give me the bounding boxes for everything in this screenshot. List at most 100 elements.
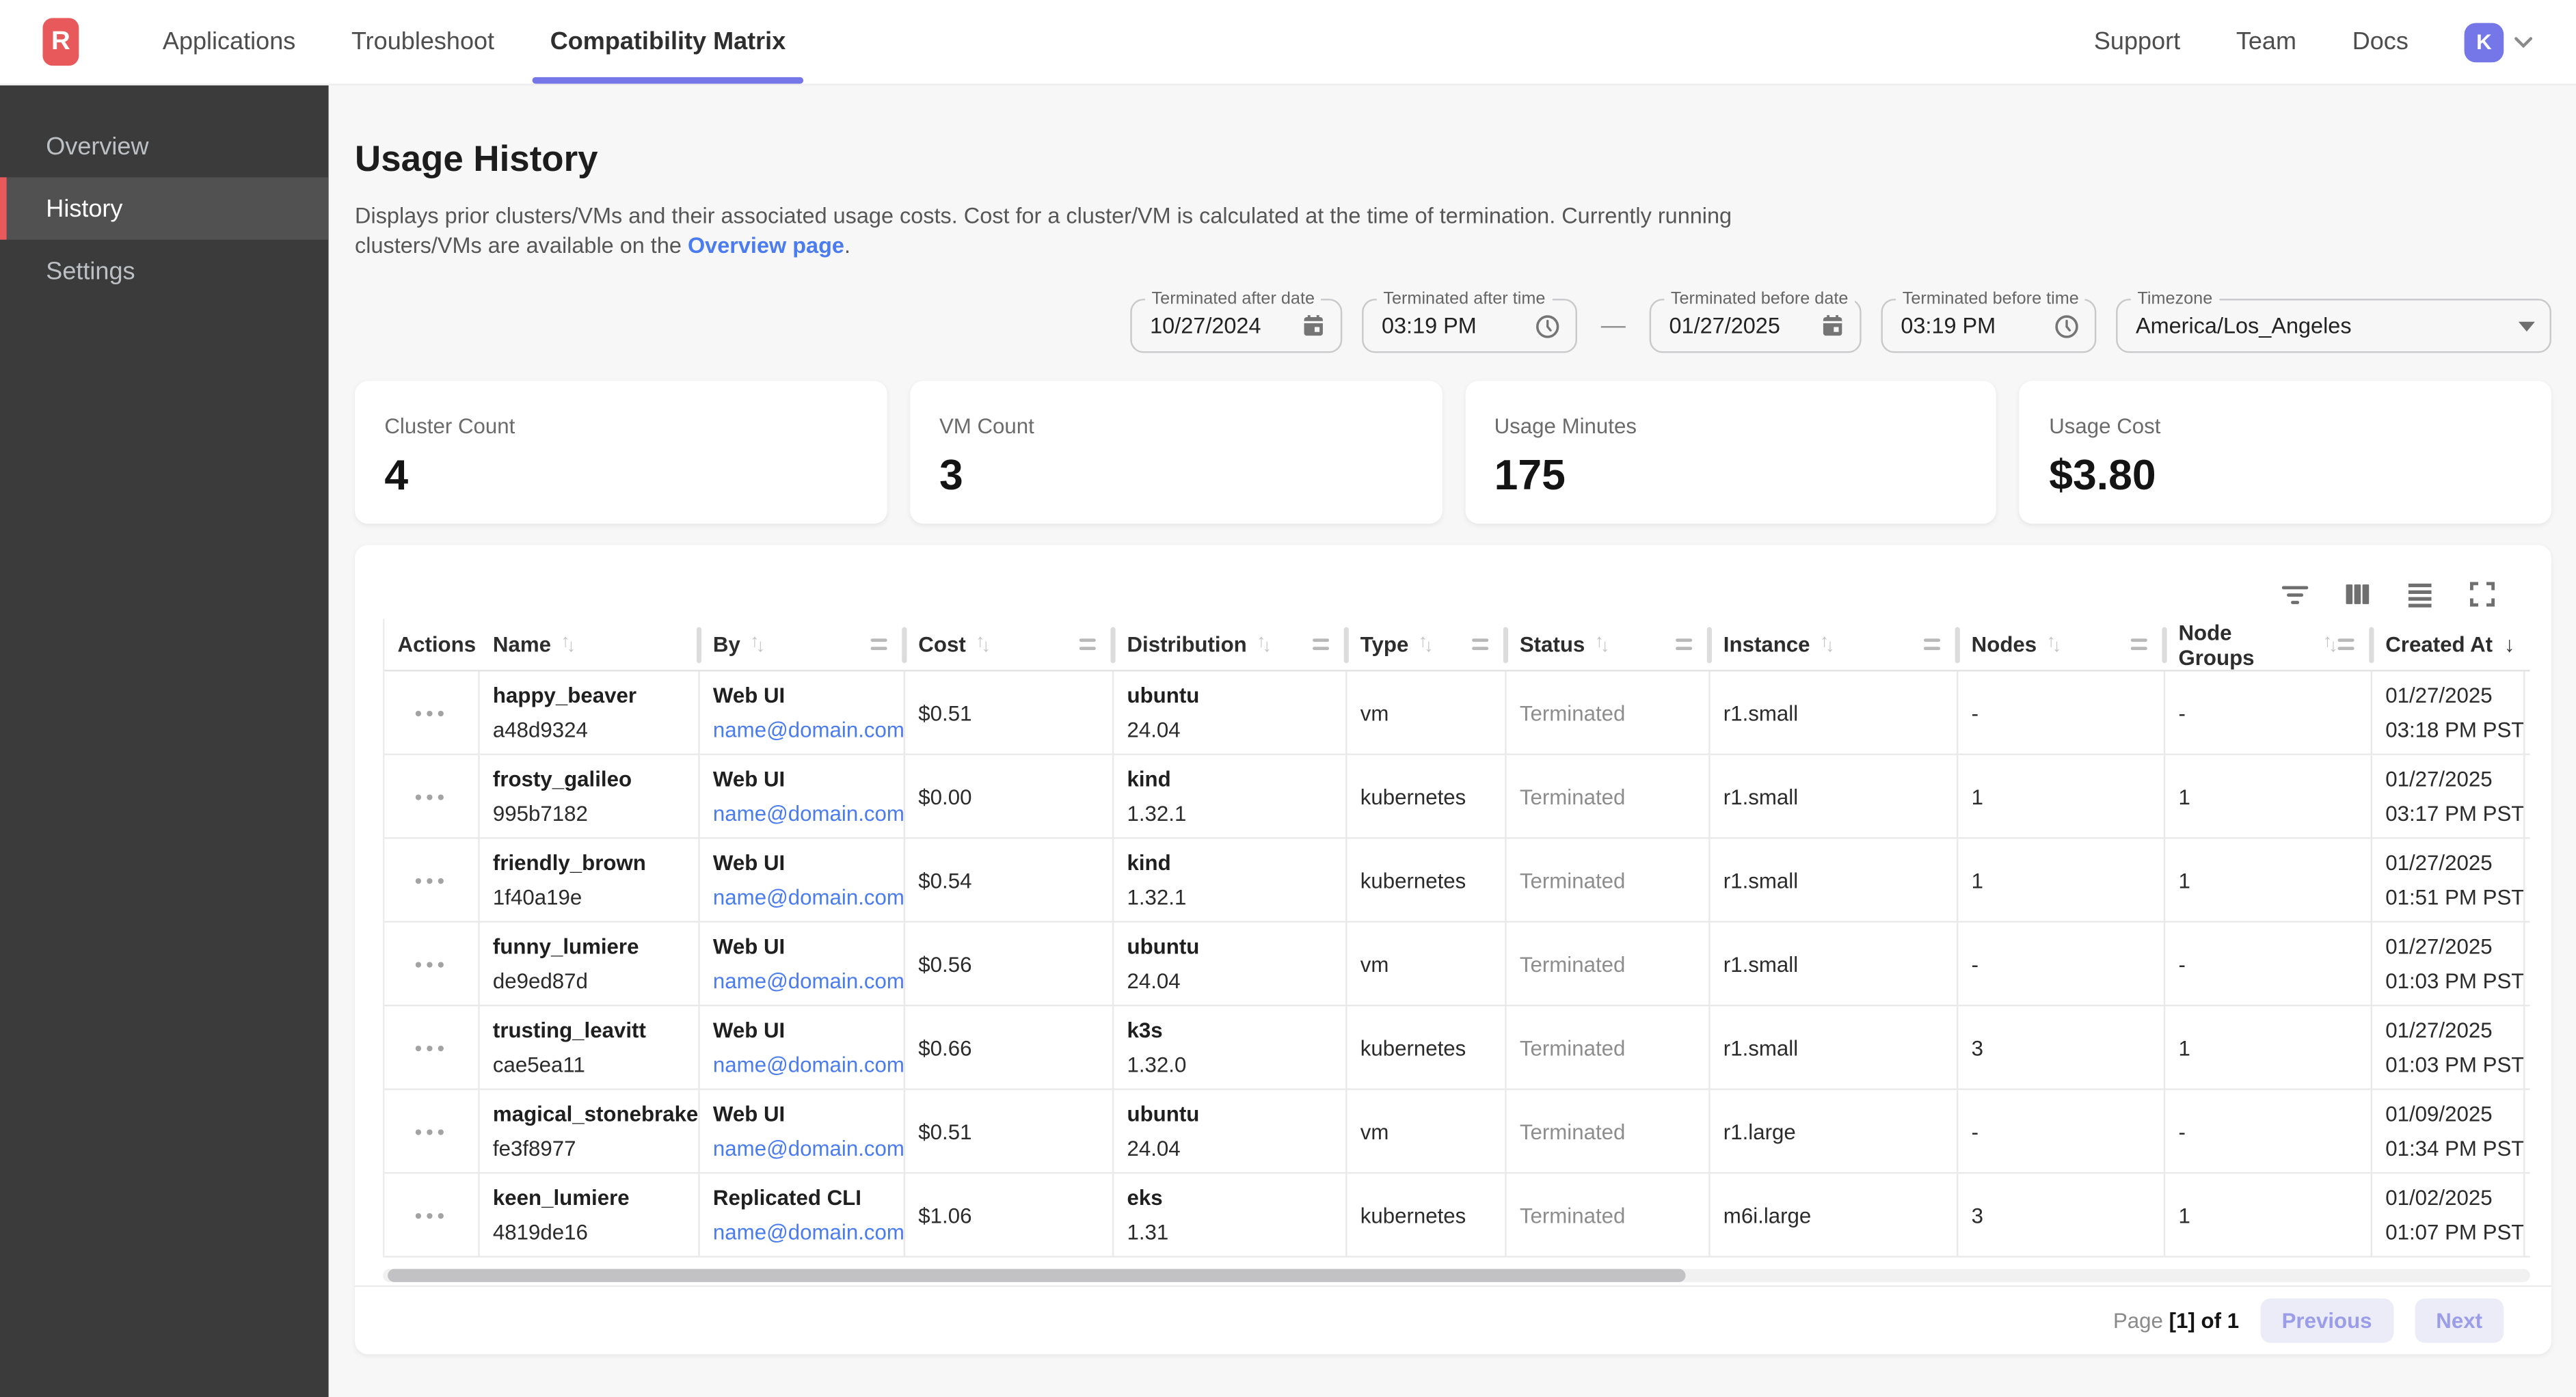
- column-header-distribution[interactable]: Distribution↑↓: [1114, 619, 1347, 670]
- previous-button[interactable]: Previous: [2260, 1299, 2393, 1343]
- column-header-cost[interactable]: Cost↑↓: [905, 619, 1114, 670]
- distribution-name: kind: [1127, 845, 1345, 880]
- status-value: Terminated: [1520, 779, 1708, 813]
- nav-link-support[interactable]: Support: [2094, 28, 2180, 56]
- creator-email-link[interactable]: name@domain.com: [713, 1131, 904, 1165]
- row-actions-button[interactable]: ●●●: [384, 789, 478, 804]
- caret-down-icon: [2519, 321, 2535, 331]
- column-header-actions: Actions: [384, 619, 479, 670]
- calendar-icon[interactable]: [1821, 314, 1845, 338]
- cluster-name: trusting_leavitt: [493, 1013, 698, 1047]
- creator-email-link[interactable]: name@domain.com: [713, 796, 904, 830]
- created-time: 01:51 PM PST: [2385, 880, 2523, 914]
- column-header-nodes[interactable]: Nodes↑↓: [1958, 619, 2165, 670]
- distribution-version: 1.32.1: [1127, 880, 1345, 914]
- column-label: Instance: [1723, 632, 1810, 657]
- column-header-created-at[interactable]: Created At↓: [2372, 619, 2525, 670]
- distribution-version: 1.32.0: [1127, 1047, 1345, 1081]
- creator-email-link[interactable]: name@domain.com: [713, 1047, 904, 1081]
- replicated-logo[interactable]: R: [42, 18, 79, 66]
- sidebar-item-history[interactable]: History: [0, 177, 329, 239]
- column-menu-icon[interactable]: [1676, 634, 1692, 655]
- creator-email-link[interactable]: name@domain.com: [713, 964, 904, 998]
- status-value: Terminated: [1520, 1197, 1708, 1232]
- row-actions-button[interactable]: ●●●: [384, 705, 478, 720]
- usage-table-card: ActionsName↑↓By↑↓Cost↑↓Distribution↑↓Typ…: [355, 545, 2551, 1354]
- cluster-type: kubernetes: [1360, 1030, 1505, 1064]
- instance-type: r1.large: [1723, 1114, 1957, 1148]
- calendar-icon[interactable]: [1301, 314, 1326, 338]
- scrollbar-thumb[interactable]: [388, 1269, 1685, 1282]
- creator-email-link[interactable]: name@domain.com: [713, 880, 904, 914]
- column-header-status[interactable]: Status↑↓: [1507, 619, 1710, 670]
- columns-icon[interactable]: [2343, 580, 2372, 609]
- table-row: ●●●happy_beavera48d9324Web UIname@domain…: [384, 671, 2530, 755]
- nodes-count: 3: [1972, 1030, 2164, 1064]
- page-indicator: Page [1] of 1: [2113, 1308, 2239, 1333]
- cost-value: $0.56: [918, 947, 1112, 981]
- distribution-name: ubuntu: [1127, 1096, 1345, 1130]
- column-menu-icon[interactable]: [2338, 634, 2354, 655]
- cost-value: $0.66: [918, 1030, 1112, 1064]
- field-label: Terminated before time: [1896, 289, 2085, 309]
- tab-applications[interactable]: Applications: [135, 0, 323, 83]
- created-date: 01/02/2025: [2385, 1180, 2523, 1215]
- creator-email-link[interactable]: name@domain.com: [713, 712, 904, 746]
- next-button[interactable]: Next: [2415, 1299, 2504, 1343]
- density-icon[interactable]: [2405, 580, 2434, 609]
- row-actions-button[interactable]: ●●●: [384, 1124, 478, 1139]
- created-time: 03:17 PM PST: [2385, 796, 2523, 830]
- cluster-id: 4819de16: [493, 1215, 698, 1249]
- column-header-by[interactable]: By↑↓: [700, 619, 905, 670]
- tab-compatibility-matrix[interactable]: Compatibility Matrix: [522, 0, 814, 83]
- terminated-after-date-field[interactable]: Terminated after date 10/27/2024: [1130, 299, 1342, 353]
- sort-arrows-icon: ↑↓: [1419, 634, 1434, 654]
- nav-link-team[interactable]: Team: [2236, 28, 2296, 56]
- fullscreen-icon[interactable]: [2467, 580, 2497, 609]
- column-header-type[interactable]: Type↑↓: [1347, 619, 1507, 670]
- row-actions-button[interactable]: ●●●: [384, 1208, 478, 1223]
- column-header-instance[interactable]: Instance↑↓: [1710, 619, 1959, 670]
- description-suffix: .: [844, 233, 850, 258]
- stat-value: 3: [939, 450, 1412, 500]
- row-actions-button[interactable]: ●●●: [384, 956, 478, 971]
- clock-icon[interactable]: [1534, 313, 1560, 339]
- range-separator: —: [1597, 312, 1630, 340]
- column-header-node-groups[interactable]: Node Groups↑↓: [2165, 619, 2372, 670]
- terminated-before-time-field[interactable]: Terminated before time 03:19 PM: [1881, 299, 2097, 353]
- nav-link-docs[interactable]: Docs: [2352, 28, 2409, 56]
- stat-card-usage-minutes: Usage Minutes 175: [1464, 381, 1996, 524]
- instance-type: m6i.large: [1723, 1197, 1957, 1232]
- stat-label: Usage Cost: [2049, 413, 2521, 438]
- nodes-count: -: [1972, 947, 2164, 981]
- column-label: Actions: [398, 632, 477, 657]
- clock-icon[interactable]: [2054, 313, 2080, 339]
- tab-troubleshoot[interactable]: Troubleshoot: [323, 0, 522, 83]
- cluster-id: cae5ea11: [493, 1047, 698, 1081]
- column-label: By: [713, 632, 740, 657]
- row-actions-button[interactable]: ●●●: [384, 873, 478, 888]
- filter-icon[interactable]: [2280, 580, 2309, 609]
- terminated-before-date-field[interactable]: Terminated before date 01/27/2025: [1650, 299, 1862, 353]
- column-menu-icon[interactable]: [1079, 634, 1096, 655]
- account-menu[interactable]: K: [2465, 22, 2534, 62]
- status-value: Terminated: [1520, 947, 1708, 981]
- row-actions-button[interactable]: ●●●: [384, 1040, 478, 1055]
- terminated-after-time-field[interactable]: Terminated after time 03:19 PM: [1362, 299, 1577, 353]
- sidebar-item-overview[interactable]: Overview: [0, 115, 329, 177]
- sidebar-item-settings[interactable]: Settings: [0, 240, 329, 302]
- sort-arrows-icon: ↑↓: [1595, 634, 1610, 654]
- column-menu-icon[interactable]: [1313, 634, 1329, 655]
- column-header-name[interactable]: Name↑↓: [480, 619, 700, 670]
- creator-email-link[interactable]: name@domain.com: [713, 1215, 904, 1249]
- created-time: 03:18 PM PST: [2385, 712, 2523, 746]
- overview-page-link[interactable]: Overview page: [688, 233, 844, 258]
- column-menu-icon[interactable]: [1472, 634, 1488, 655]
- column-menu-icon[interactable]: [871, 634, 887, 655]
- nodes-count: 3: [1972, 1197, 2164, 1232]
- nodes-count: -: [1972, 1114, 2164, 1148]
- column-menu-icon[interactable]: [2131, 634, 2147, 655]
- timezone-select[interactable]: Timezone America/Los_Angeles: [2116, 299, 2551, 353]
- column-menu-icon[interactable]: [1924, 634, 1940, 655]
- node-groups-count: 1: [2178, 863, 2370, 897]
